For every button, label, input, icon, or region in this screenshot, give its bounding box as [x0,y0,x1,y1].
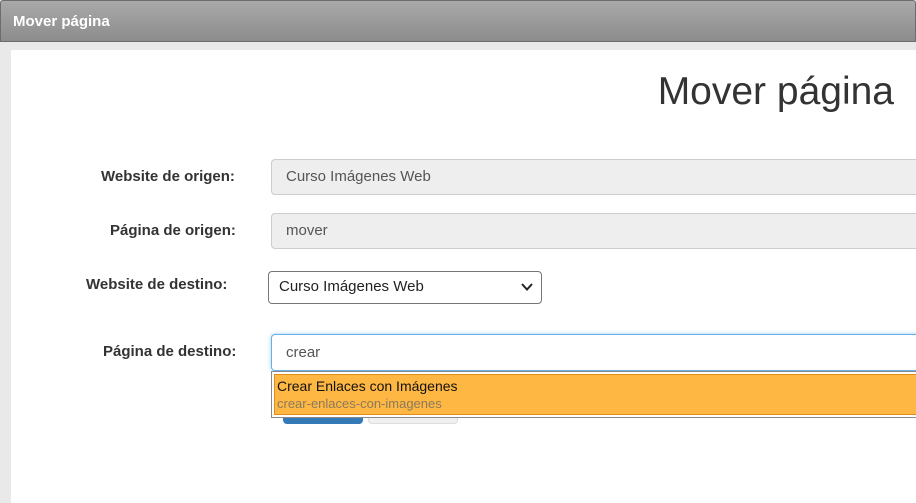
target-website-label: Website de destino: [86,276,228,293]
target-page-input[interactable] [271,334,916,371]
target-page-label: Página de destino: [103,343,237,360]
source-website-field: Curso Imágenes Web [271,159,916,195]
autocomplete-item-slug: crear-enlaces-con-imagenes [277,396,442,411]
source-page-value: mover [286,222,328,239]
page-title: Mover página [657,70,894,113]
autocomplete-item-title: Crear Enlaces con Imágenes [277,378,458,394]
window-titlebar: Mover página [0,0,916,42]
source-page-field: mover [271,213,916,249]
target-website-selected: Curso Imágenes Web [279,278,424,295]
source-website-label: Website de origen: [101,168,235,185]
autocomplete-item[interactable]: Crear Enlaces con Imágenes crear-enlaces… [274,374,916,415]
window-title: Mover página [13,13,110,30]
source-website-value: Curso Imágenes Web [286,168,431,185]
target-website-select[interactable]: Curso Imágenes Web [268,271,542,304]
source-page-label: Página de origen: [110,222,236,239]
autocomplete-dropdown: Crear Enlaces con Imágenes crear-enlaces… [271,371,916,418]
chevron-down-icon [521,283,533,291]
